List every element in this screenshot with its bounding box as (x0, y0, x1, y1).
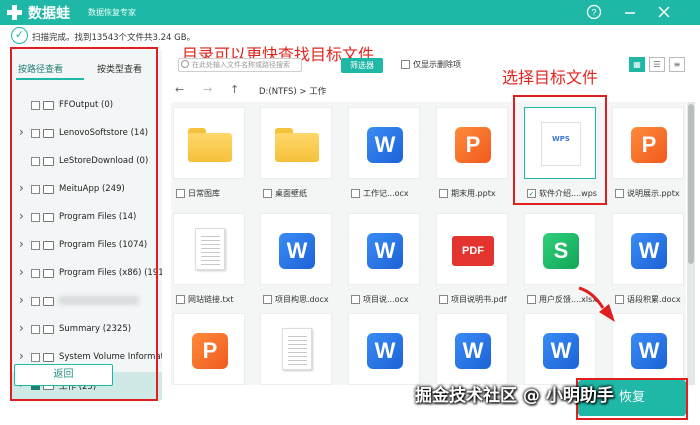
file-card[interactable]: 网站链接.txt (173, 210, 253, 311)
app-logo-icon (7, 5, 22, 20)
path-bar: ← → ↑ D:(NTFS) > 工作 (171, 80, 700, 100)
file-checkbox[interactable] (351, 189, 360, 198)
annotation-box-selected-file (513, 95, 607, 205)
file-thumbnail[interactable]: W (612, 213, 684, 285)
file-checkbox[interactable] (351, 295, 360, 304)
text-doc-icon (282, 328, 312, 370)
detail-view-icon[interactable]: ≡ (669, 57, 685, 72)
annotation-arrow-icon (578, 286, 615, 322)
file-name: 工作记...ocx (363, 189, 409, 198)
folder-icon (275, 128, 319, 162)
file-checkbox[interactable] (263, 189, 272, 198)
sheet-icon: S (543, 233, 579, 269)
file-thumbnail[interactable]: W (348, 107, 420, 179)
file-checkbox[interactable] (527, 295, 536, 304)
back-arrow-icon[interactable]: ← (175, 83, 184, 96)
toolbar: 在此处输入文件名称或路径搜索 筛选器 仅显示删除项 (171, 50, 700, 80)
up-arrow-icon[interactable]: ↑ (230, 83, 239, 96)
file-name: 网站链接.txt (188, 295, 234, 304)
minimize-icon[interactable] (622, 4, 638, 20)
file-name: 日常图库 (188, 189, 220, 198)
word-icon: W (455, 333, 491, 369)
pdf-icon: PDF (452, 236, 494, 266)
file-thumbnail[interactable]: W (348, 213, 420, 285)
file-card[interactable]: W 语段积累.docx (612, 210, 686, 311)
current-path: D:(NTFS) > 工作 (259, 87, 327, 97)
word-icon: W (543, 333, 579, 369)
file-thumbnail[interactable] (260, 313, 332, 385)
help-icon[interactable]: ? (586, 4, 602, 20)
file-name: 项目说明书.pdf (451, 295, 507, 304)
file-thumbnail[interactable]: W (348, 313, 420, 385)
svg-text:?: ? (591, 8, 596, 18)
app-subtitle: 数据恢复专家 (88, 8, 136, 17)
file-thumbnail[interactable]: PDF (436, 213, 508, 285)
file-checkbox[interactable] (176, 189, 185, 198)
ppt-icon: P (455, 127, 491, 163)
file-name: 语段积累.docx (627, 295, 681, 304)
search-input[interactable]: 在此处输入文件名称或路径搜索 (178, 58, 302, 72)
file-thumbnail[interactable]: S (524, 213, 596, 285)
word-icon: W (367, 333, 403, 369)
file-thumbnail[interactable]: P (173, 313, 245, 385)
file-name: 桌面壁纸 (275, 189, 307, 198)
watermark-text: 掘金技术社区 @ 小明助手 (415, 386, 614, 406)
file-thumbnail[interactable] (260, 107, 332, 179)
word-icon: W (367, 233, 403, 269)
file-name: 项目构思.docx (275, 295, 329, 304)
ppt-icon: P (631, 127, 667, 163)
app-name: 数据蛙 (28, 6, 70, 22)
file-card[interactable]: W (348, 310, 428, 385)
file-thumbnail[interactable] (173, 107, 245, 179)
file-card[interactable] (260, 310, 340, 385)
folder-icon (188, 128, 232, 162)
file-checkbox[interactable] (439, 295, 448, 304)
file-thumbnail[interactable]: W (436, 313, 508, 385)
file-card[interactable]: W (612, 310, 686, 385)
file-thumbnail[interactable] (173, 213, 245, 285)
file-card[interactable]: PDF 项目说明书.pdf (436, 210, 516, 311)
text-doc-icon (195, 228, 225, 270)
file-card[interactable]: 日常图库 (173, 104, 253, 205)
scan-status-text: 扫描完成。找到13543个文件共3.24 GB。 (32, 33, 196, 43)
filter-button[interactable]: 筛选器 (341, 58, 383, 73)
scrollbar-thumb[interactable] (688, 104, 694, 264)
grid-view-icon[interactable]: ▦ (629, 57, 645, 72)
file-name: 期末用.pptx (451, 189, 496, 198)
ppt-icon: P (192, 333, 228, 369)
file-card[interactable]: P (173, 310, 253, 385)
word-icon: W (631, 333, 667, 369)
list-view-icon[interactable]: ☰ (649, 57, 665, 72)
file-name: 项目说...ocx (363, 295, 409, 304)
file-name: 说明展示.pptx (627, 189, 680, 198)
title-bar: 数据蛙 数据恢复专家 ? (0, 0, 700, 25)
file-card[interactable]: 桌面壁纸 (260, 104, 340, 205)
file-grid: 日常图库 桌面壁纸 W 工作记...ocx P 期末用.pptx WPS ✓ 软件介绍....w… (171, 102, 686, 385)
file-checkbox[interactable] (439, 189, 448, 198)
file-card[interactable]: W (436, 310, 516, 385)
file-card[interactable]: P 期末用.pptx (436, 104, 516, 205)
file-checkbox[interactable] (263, 295, 272, 304)
word-icon: W (279, 233, 315, 269)
close-icon[interactable] (656, 4, 672, 20)
word-icon: W (367, 127, 403, 163)
file-thumbnail[interactable]: P (612, 107, 684, 179)
show-deleted-label: 仅显示删除项 (413, 60, 461, 69)
file-thumbnail[interactable]: P (436, 107, 508, 179)
word-icon: W (631, 233, 667, 269)
search-icon (181, 60, 189, 68)
file-card[interactable]: W 工作记...ocx (348, 104, 428, 205)
file-thumbnail[interactable]: W (260, 213, 332, 285)
file-card[interactable]: W 项目说...ocx (348, 210, 428, 311)
forward-arrow-icon[interactable]: → (203, 83, 212, 96)
show-deleted-checkbox[interactable] (401, 60, 410, 69)
file-checkbox[interactable] (176, 295, 185, 304)
annotation-box-directory (10, 47, 158, 401)
file-card[interactable]: W 项目构思.docx (260, 210, 340, 311)
file-card[interactable]: P 说明展示.pptx (612, 104, 686, 205)
check-circle-icon: ✓ (11, 27, 28, 44)
file-checkbox[interactable] (615, 189, 624, 198)
